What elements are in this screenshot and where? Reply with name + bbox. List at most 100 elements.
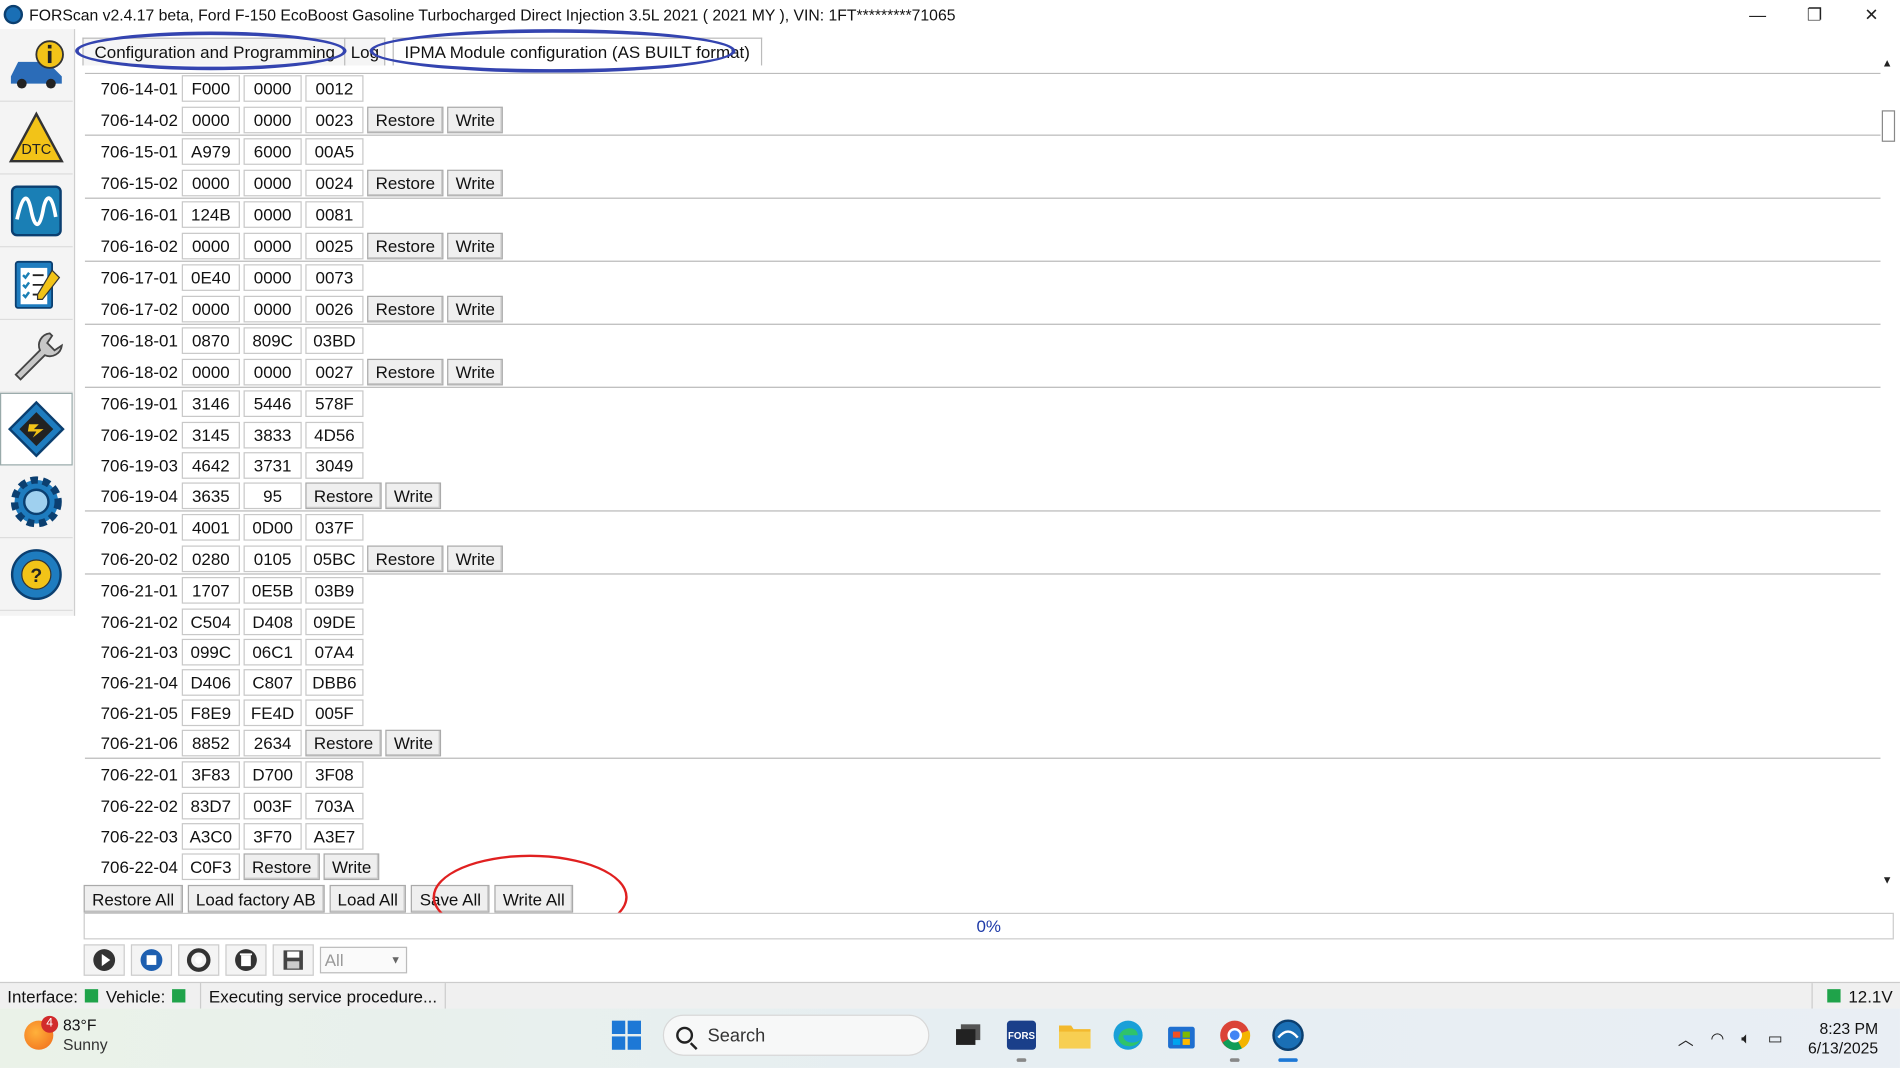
hex-value-cell[interactable]: 578F (305, 390, 364, 417)
hex-value-cell[interactable]: C504 (181, 608, 240, 636)
task-view-icon[interactable] (948, 1015, 989, 1056)
file-explorer-icon[interactable] (1054, 1015, 1095, 1056)
hex-value-cell[interactable]: 0D00 (243, 513, 302, 541)
hex-value-cell[interactable]: 0024 (305, 169, 364, 197)
write-button[interactable]: Write (447, 545, 504, 573)
help-procedure-button[interactable] (178, 944, 220, 976)
hex-value-cell[interactable]: 00A5 (305, 138, 364, 165)
hex-value-cell[interactable]: 0081 (305, 201, 364, 228)
write-button[interactable]: Write (447, 358, 504, 386)
hex-value-cell[interactable]: C0F3 (181, 853, 240, 881)
hex-value-cell[interactable]: F000 (181, 75, 240, 102)
hex-value-cell[interactable]: 124B (181, 201, 240, 228)
hex-value-cell[interactable]: 05BC (305, 545, 364, 573)
settings-button[interactable] (0, 465, 73, 539)
service-button[interactable] (0, 320, 73, 393)
chrome-browser-icon[interactable] (1214, 1015, 1255, 1062)
hex-value-cell[interactable]: 0000 (181, 232, 240, 260)
hex-value-cell[interactable]: 0025 (305, 232, 364, 260)
hex-value-cell[interactable]: FE4D (243, 699, 302, 727)
hex-value-cell[interactable]: 703A (305, 792, 364, 820)
dtc-button[interactable]: DTC (0, 102, 73, 175)
hex-value-cell[interactable]: 0027 (305, 358, 364, 386)
hex-value-cell[interactable]: 06C1 (243, 638, 302, 666)
hex-value-cell[interactable]: 0000 (243, 75, 302, 102)
restore-button[interactable]: Restore (243, 853, 320, 881)
taskbar-search[interactable]: Search (662, 1014, 930, 1056)
close-button[interactable]: ✕ (1843, 0, 1900, 29)
battery-icon[interactable]: ▭ (1768, 1029, 1783, 1048)
hex-value-cell[interactable]: 0000 (181, 106, 240, 134)
hex-value-cell[interactable]: 0105 (243, 545, 302, 573)
hex-value-cell[interactable]: 0073 (305, 264, 364, 291)
hex-value-cell[interactable]: 4D56 (305, 421, 364, 449)
filter-dropdown[interactable]: All ▼ (319, 946, 408, 974)
hex-value-cell[interactable]: 809C (243, 327, 302, 354)
hex-value-cell[interactable]: 0026 (305, 295, 364, 323)
write-button[interactable]: Write (385, 482, 442, 510)
restore-button[interactable]: Restore (367, 232, 444, 260)
volume-icon[interactable]: 🔈︎ (1741, 1029, 1750, 1048)
configuration-button[interactable] (0, 392, 73, 466)
hex-value-cell[interactable]: 3731 (243, 452, 302, 479)
checklist-button[interactable] (0, 247, 73, 321)
restore-all-button[interactable]: Restore All (83, 884, 183, 913)
restore-button[interactable]: Restore (305, 482, 382, 510)
hex-value-cell[interactable]: 0023 (305, 106, 364, 134)
hex-value-cell[interactable]: 09DE (305, 608, 364, 636)
hex-value-cell[interactable]: 0000 (243, 201, 302, 228)
hex-value-cell[interactable]: 07A4 (305, 638, 364, 666)
restore-button[interactable]: Restore (367, 545, 444, 573)
hex-value-cell[interactable]: 03B9 (305, 577, 364, 604)
load-factory-ab-button[interactable]: Load factory AB (187, 884, 325, 913)
save-log-button[interactable] (272, 944, 314, 976)
hex-value-cell[interactable]: D700 (243, 761, 302, 788)
hex-value-cell[interactable]: 3049 (305, 452, 364, 479)
show-hidden-icons-chevron-icon[interactable]: ︿ (1678, 1027, 1694, 1050)
restore-button[interactable]: Restore (367, 169, 444, 197)
write-button[interactable]: Write (447, 295, 504, 323)
write-button[interactable]: Write (323, 853, 380, 881)
hex-value-cell[interactable]: 95 (243, 482, 302, 510)
hex-value-cell[interactable]: DBB6 (305, 669, 364, 696)
hex-value-cell[interactable]: 0E40 (181, 264, 240, 291)
hex-value-cell[interactable]: 0000 (243, 358, 302, 386)
hex-value-cell[interactable]: D408 (243, 608, 302, 636)
clear-button[interactable] (225, 944, 267, 976)
load-all-button[interactable]: Load All (329, 884, 407, 913)
play-button[interactable] (83, 944, 125, 976)
hex-value-cell[interactable]: 3F83 (181, 761, 240, 788)
hex-value-cell[interactable]: 3F08 (305, 761, 364, 788)
hex-value-cell[interactable]: 83D7 (181, 792, 240, 820)
minimize-button[interactable]: — (1729, 0, 1786, 29)
hex-value-cell[interactable]: C807 (243, 669, 302, 696)
help-button[interactable]: ? (0, 538, 73, 611)
hex-value-cell[interactable]: 6000 (243, 138, 302, 165)
vertical-scrollbar[interactable]: ▲ ▼ (1880, 56, 1898, 889)
forscan-active-icon[interactable] (1267, 1015, 1308, 1062)
scroll-up-arrow-icon[interactable]: ▲ (1882, 57, 1893, 69)
hex-value-cell[interactable]: 5446 (243, 390, 302, 417)
restore-button[interactable]: Restore (367, 106, 444, 134)
hex-value-cell[interactable]: 3F70 (243, 823, 302, 850)
hex-value-cell[interactable]: 0000 (181, 169, 240, 197)
hex-value-cell[interactable]: 005F (305, 699, 364, 727)
start-windows-icon[interactable] (611, 1020, 641, 1050)
write-button[interactable]: Write (447, 169, 504, 197)
hex-value-cell[interactable]: 0000 (243, 232, 302, 260)
oscilloscope-button[interactable] (0, 175, 73, 248)
write-button[interactable]: Write (385, 729, 442, 757)
hex-value-cell[interactable]: 3146 (181, 390, 240, 417)
hex-value-cell[interactable]: 0012 (305, 75, 364, 102)
hex-value-cell[interactable]: 0870 (181, 327, 240, 354)
hex-value-cell[interactable]: A3E7 (305, 823, 364, 850)
hex-value-cell[interactable]: 4642 (181, 452, 240, 479)
stop-button[interactable] (130, 944, 173, 976)
hex-value-cell[interactable]: 0000 (181, 358, 240, 386)
scroll-down-arrow-icon[interactable]: ▼ (1882, 874, 1893, 886)
write-button[interactable]: Write (447, 232, 504, 260)
hex-value-cell[interactable]: 037F (305, 513, 364, 541)
hex-value-cell[interactable]: 0000 (181, 295, 240, 323)
hex-value-cell[interactable]: 003F (243, 792, 302, 820)
restore-button[interactable]: ❐ (1786, 0, 1843, 29)
